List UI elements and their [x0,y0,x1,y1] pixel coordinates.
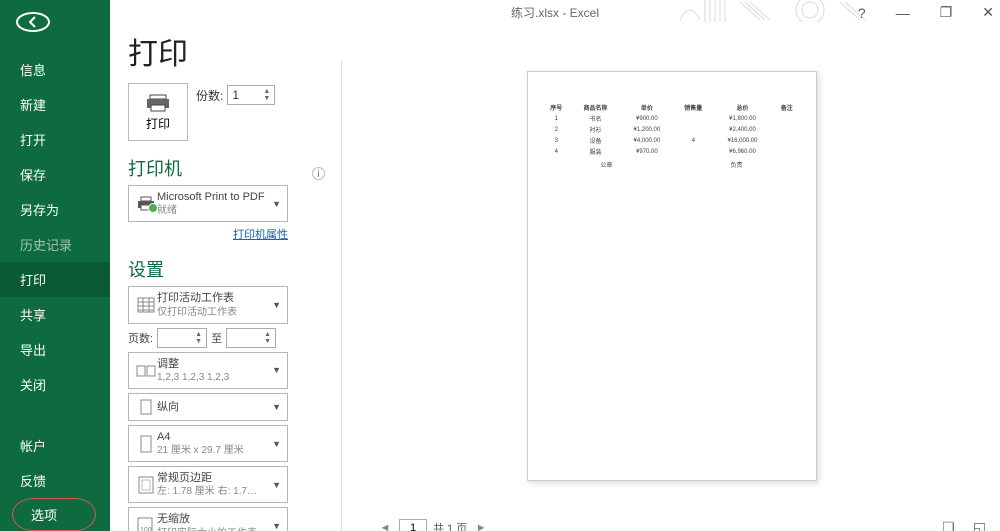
show-margins-button[interactable]: ❏ [942,519,955,531]
sidebar-item-共享[interactable]: 共享 [0,297,110,332]
chevron-down-icon: ▼ [272,365,281,375]
current-page-input[interactable] [399,519,427,531]
page-title: 打印 [128,29,325,73]
printer-properties-link[interactable]: 打印机属性 [128,226,288,242]
print-settings-panel: 打印 打印 份数: 1 ▲▼ 打印机 i [110,21,340,531]
close-button[interactable]: ✕ [982,4,994,21]
print-scope-dropdown[interactable]: 打印活动工作表 仅打印活动工作表 ▼ [128,286,288,323]
margins-dropdown[interactable]: 常规页边距 左: 1.78 厘米 右: 1.7… ▼ [128,466,288,503]
chevron-down-icon: ▼ [272,199,281,209]
next-page-button[interactable]: ► [473,520,489,531]
sidebar-item-关闭[interactable]: 关闭 [0,367,110,402]
prev-page-button[interactable]: ◄ [377,520,393,531]
portrait-icon [135,399,157,415]
page-to-spinbox[interactable]: ▲▼ [226,328,276,348]
restore-button[interactable]: ❐ [940,4,953,21]
backstage-sidebar: 信息新建打开保存另存为历史记录打印共享导出关闭 帐户反馈选项 [0,0,110,531]
minimize-button[interactable]: — [896,5,910,21]
print-preview-area: 序号商品名称单价销售量总价备注1书名¥900.00¥1,800.002衬衫¥1,… [357,31,986,515]
chevron-down-icon: ▼ [272,402,281,412]
chevron-down-icon: ▼ [272,300,281,310]
copies-label: 份数: [196,87,223,104]
sidebar-item-反馈[interactable]: 反馈 [0,463,110,498]
sidebar-item-历史记录[interactable]: 历史记录 [0,227,110,262]
back-button[interactable] [16,12,50,32]
scaling-dropdown[interactable]: 100 无缩放 打印实际大小的工作表 ▼ [128,507,288,531]
sidebar-item-打开[interactable]: 打开 [0,122,110,157]
sidebar-item-导出[interactable]: 导出 [0,332,110,367]
page-total-label: 共 1 页 [433,520,467,531]
printer-section-title: 打印机 [128,155,325,181]
info-icon[interactable]: i [312,167,325,180]
sidebar-item-帐户[interactable]: 帐户 [0,428,110,463]
zoom-to-page-button[interactable]: ◱ [973,519,986,531]
scaling-icon: 100 [135,517,157,531]
title-bar: 练习.xlsx - Excel ? — ❐ ✕ [110,0,1000,21]
help-button[interactable]: ? [858,5,866,21]
printer-dropdown[interactable]: Microsoft Print to PDF 就绪 ▼ [128,185,288,222]
window-title: 练习.xlsx - Excel [511,4,599,21]
margins-icon [135,476,157,494]
pages-label: 页数: [128,330,153,346]
collate-icon [135,362,157,378]
sidebar-item-信息[interactable]: 信息 [0,52,110,87]
sidebar-item-新建[interactable]: 新建 [0,87,110,122]
printer-status-icon [135,196,157,212]
printer-name: Microsoft Print to PDF [157,190,281,204]
paper-size-dropdown[interactable]: A4 21 厘米 x 29.7 厘米 ▼ [128,425,288,462]
settings-section-title: 设置 [128,256,325,282]
sidebar-item-另存为[interactable]: 另存为 [0,192,110,227]
page-navigator: ◄ 共 1 页 ► [377,519,489,531]
sidebar-item-选项[interactable]: 选项 [12,498,96,531]
sheet-icon [135,297,157,313]
copies-spinbox[interactable]: 1 ▲▼ [227,85,275,105]
chevron-down-icon: ▼ [272,480,281,490]
collate-dropdown[interactable]: 调整 1,2,3 1,2,3 1,2,3 ▼ [128,352,288,389]
print-button[interactable]: 打印 [128,83,188,141]
page-from-spinbox[interactable]: ▲▼ [157,328,207,348]
printer-status: 就绪 [157,204,281,217]
printer-icon [146,93,170,113]
preview-page: 序号商品名称单价销售量总价备注1书名¥900.00¥1,800.002衬衫¥1,… [527,71,817,481]
sidebar-item-保存[interactable]: 保存 [0,157,110,192]
orientation-dropdown[interactable]: 纵向 ▼ [128,393,288,421]
chevron-down-icon: ▼ [272,439,281,449]
svg-text:100: 100 [140,527,152,531]
preview-table: 序号商品名称单价销售量总价备注1书名¥900.00¥1,800.002衬衫¥1,… [542,102,802,157]
sidebar-item-打印[interactable]: 打印 [0,262,110,297]
chevron-down-icon: ▼ [272,521,281,531]
page-icon [135,435,157,453]
